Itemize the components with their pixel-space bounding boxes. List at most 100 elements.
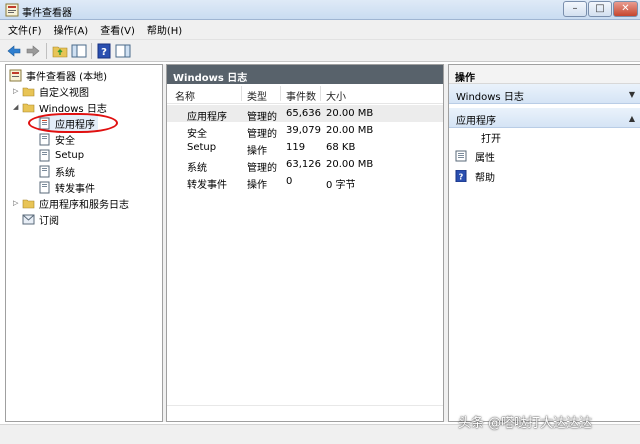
cell-type: 管理的: [247, 129, 277, 140]
menu-action[interactable]: 操作(A): [54, 22, 89, 37]
menu-view[interactable]: 查看(V): [100, 22, 135, 37]
cell-name: 转发事件: [187, 180, 227, 191]
actions-pane: 操作 Windows 日志 ▼ 应用程序 ▲ 打开 属性 ? 帮助: [448, 64, 640, 422]
section-label: 应用程序: [456, 116, 496, 127]
tree-item-label: Setup: [55, 149, 85, 161]
up-folder-icon[interactable]: [52, 43, 68, 59]
actions-section-application[interactable]: 应用程序 ▲: [449, 108, 640, 128]
show-hide-action-pane-icon[interactable]: [115, 43, 131, 59]
subscription-icon: [22, 214, 35, 224]
tree-item-setup-log[interactable]: Setup: [38, 147, 84, 163]
cell-type: 管理的: [247, 163, 277, 174]
tree-item-app-service-logs[interactable]: 应用程序和服务日志: [22, 195, 129, 211]
action-properties[interactable]: 属性: [449, 147, 640, 165]
tree-item-label: 应用程序和服务日志: [39, 199, 129, 211]
watermark-text: 头条 @嗒哒打大达达达: [458, 416, 593, 431]
cell-name: 应用程序: [187, 112, 227, 123]
section-collapse-icon[interactable]: ▼: [629, 90, 635, 99]
cell-type: 操作: [247, 180, 267, 191]
back-arrow-icon[interactable]: [6, 43, 22, 59]
toolbar-separator: [91, 43, 92, 59]
center-pane-title: Windows 日志: [167, 65, 443, 84]
cell-name: Setup: [187, 142, 217, 153]
column-header-type[interactable]: 类型: [247, 88, 267, 103]
section-label: Windows 日志: [456, 92, 524, 103]
red-highlight-circle: [28, 113, 118, 133]
cell-count: 63,126: [286, 159, 321, 170]
cell-size: 20.00 MB: [326, 125, 374, 136]
column-divider[interactable]: [241, 86, 242, 101]
svg-text:?: ?: [459, 173, 464, 182]
tree-item-root[interactable]: 事件查看器 (本地): [9, 67, 107, 83]
menu-file[interactable]: 文件(F): [8, 22, 42, 37]
action-label: 打开: [481, 133, 501, 145]
cell-size: 68 KB: [326, 142, 356, 153]
action-open[interactable]: 打开: [449, 128, 640, 146]
expand-arrow-icon[interactable]: ▷: [13, 87, 21, 95]
folder-icon: [22, 87, 35, 96]
toolbar-separator: [46, 43, 47, 59]
tree-item-system-log[interactable]: 系统: [38, 163, 75, 179]
show-hide-tree-icon[interactable]: [71, 43, 87, 59]
tree-item-label: 自定义视图: [39, 87, 89, 99]
cell-size: 20.00 MB: [326, 159, 374, 170]
event-viewer-app-icon: [5, 3, 19, 17]
close-button[interactable]: ✕: [613, 1, 638, 17]
toolbar: ?: [0, 40, 640, 62]
help-icon[interactable]: ?: [96, 43, 112, 59]
tree-item-label: 订阅: [39, 215, 59, 227]
tree-item-label: 事件查看器 (本地): [26, 71, 107, 83]
menu-bar: 文件(F) 操作(A) 查看(V) 帮助(H): [0, 20, 640, 40]
cell-size: 20.00 MB: [326, 108, 374, 119]
collapse-arrow-icon[interactable]: ◢: [13, 103, 21, 111]
table-row[interactable]: 系统 管理的 63,126 20.00 MB: [167, 156, 443, 174]
forward-arrow-icon[interactable]: [25, 43, 41, 59]
table-row[interactable]: 安全 管理的 39,079 20.00 MB: [167, 122, 443, 140]
tree-item-subscriptions[interactable]: 订阅: [22, 211, 59, 227]
menu-help[interactable]: 帮助(H): [147, 22, 182, 37]
cell-count: 39,079: [286, 125, 321, 136]
horizontal-scrollbar[interactable]: [167, 405, 443, 420]
maximize-button[interactable]: □: [588, 1, 612, 17]
help-icon: ?: [455, 170, 467, 182]
tree-item-forwarded-events[interactable]: 转发事件: [38, 179, 95, 195]
tree-item-label: 安全: [55, 135, 75, 147]
action-label: 帮助: [475, 172, 495, 184]
cell-count: 0: [286, 176, 293, 187]
tree-item-label: 转发事件: [55, 183, 95, 195]
log-icon: [39, 149, 50, 161]
tree-item-custom-views[interactable]: 自定义视图: [22, 83, 89, 99]
column-divider[interactable]: [320, 86, 321, 101]
folder-icon: [22, 103, 35, 112]
folder-icon: [22, 199, 35, 208]
section-expand-up-icon[interactable]: ▲: [629, 114, 635, 123]
column-divider[interactable]: [280, 86, 281, 101]
blank-icon: [455, 131, 467, 143]
expand-arrow-icon[interactable]: ▷: [13, 199, 21, 207]
table-row[interactable]: Setup 操作 119 68 KB: [167, 139, 443, 157]
actions-pane-title: 操作: [449, 65, 640, 84]
column-header-size[interactable]: 大小: [326, 88, 346, 103]
tree-item-security-log[interactable]: 安全: [38, 131, 75, 147]
column-header-name[interactable]: 名称: [175, 88, 195, 103]
cell-count: 65,636: [286, 108, 321, 119]
action-label: 属性: [475, 152, 495, 164]
column-header-count[interactable]: 事件数: [286, 88, 316, 103]
log-icon: [39, 133, 50, 145]
title-bar: 事件查看器 – □ ✕: [0, 0, 640, 20]
cell-size: 0 字节: [326, 180, 356, 191]
table-row[interactable]: 应用程序 管理的 65,636 20.00 MB: [167, 105, 443, 123]
action-help[interactable]: ? 帮助: [449, 167, 640, 185]
log-icon: [39, 181, 50, 193]
actions-section-windows-logs[interactable]: Windows 日志 ▼: [449, 84, 640, 104]
properties-icon: [455, 150, 467, 162]
svg-text:?: ?: [101, 47, 107, 58]
table-row[interactable]: 转发事件 操作 0 0 字节: [167, 173, 443, 191]
event-viewer-icon: [9, 69, 22, 81]
window-title: 事件查看器: [22, 8, 72, 19]
log-list-pane: Windows 日志 名称 类型 事件数 大小 应用程序 管理的 65,636 …: [166, 64, 444, 422]
cell-type: 管理的: [247, 112, 277, 123]
minimize-button[interactable]: –: [563, 1, 587, 17]
cell-type: 操作: [247, 146, 267, 157]
header-divider: [167, 103, 443, 104]
